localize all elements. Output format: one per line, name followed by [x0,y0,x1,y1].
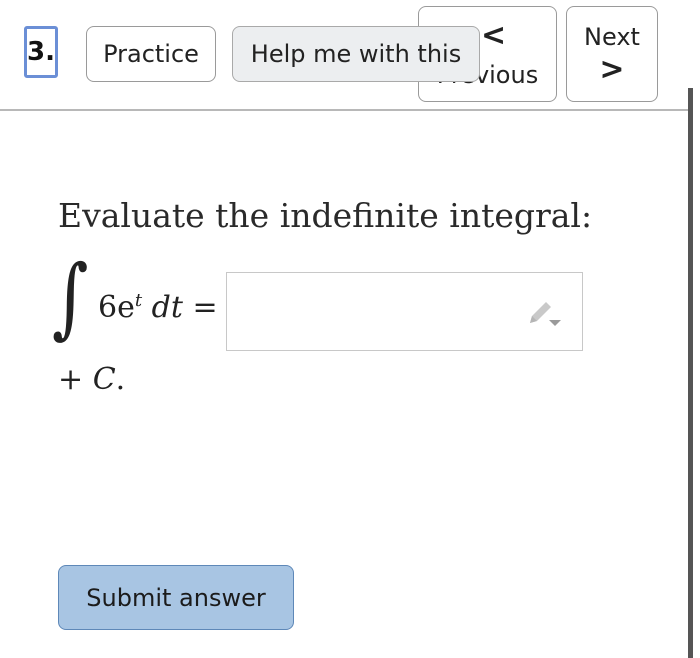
submit-answer-button[interactable]: Submit answer [58,565,294,630]
practice-button[interactable]: Practice [86,26,216,82]
equals-sign: = [192,290,218,325]
integrand-coefficient: 6e [98,290,135,325]
integrand-expression: 6et dt = [98,290,218,325]
next-button[interactable]: Next > [566,6,658,102]
integrand-exponent: t [134,290,143,311]
constant-plus: + [58,362,84,397]
integral-sign: ∫ [52,245,89,349]
constant-period: . [115,362,126,397]
pencil-icon[interactable] [524,299,564,331]
question-prompt: Evaluate the indefinite integral: [58,196,593,235]
next-label: Next [584,23,640,51]
chevron-right-icon: > [599,52,625,87]
help-me-button[interactable]: Help me with this [232,26,480,82]
constant-of-integration: + C. [58,362,125,397]
chevron-left-icon: < [481,18,507,53]
scrollbar[interactable] [688,88,693,658]
constant-var: C [92,362,116,397]
header-divider [0,109,688,111]
differential: dt [151,290,183,325]
question-number: 3. [24,26,58,78]
answer-input[interactable] [226,272,583,351]
